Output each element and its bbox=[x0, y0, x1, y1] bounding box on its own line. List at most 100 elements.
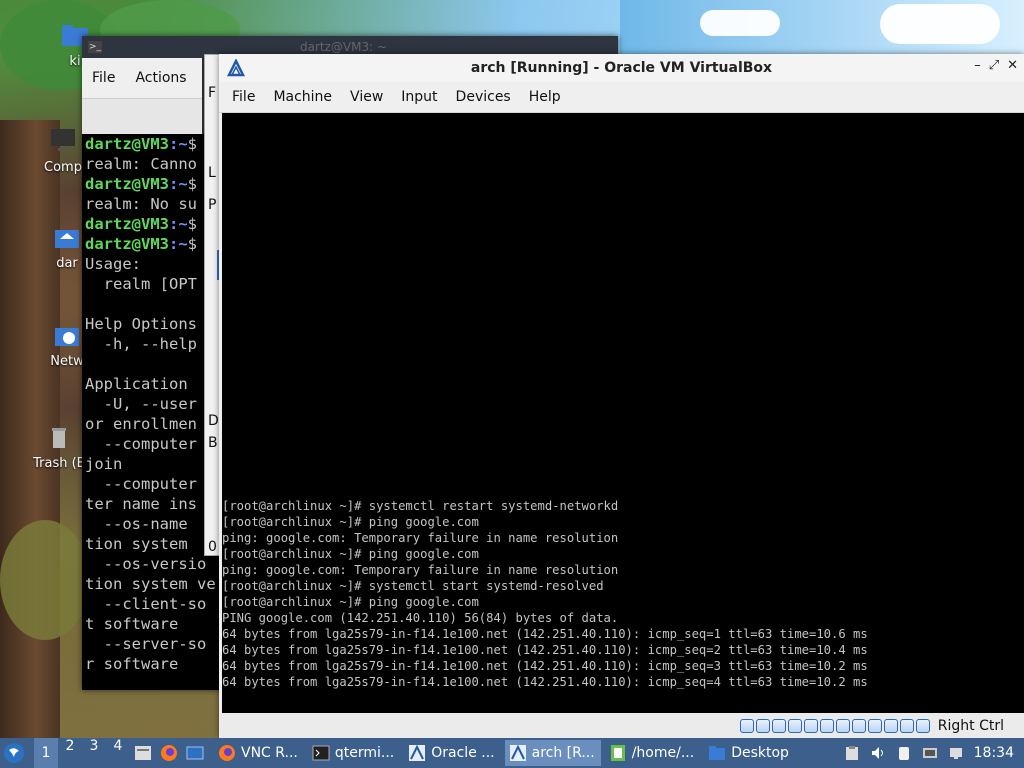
folder-icon bbox=[709, 746, 726, 760]
terminal-menu-file[interactable]: File bbox=[82, 70, 125, 86]
workspace-switcher: 1234 bbox=[34, 738, 130, 768]
network-tray-icon[interactable] bbox=[948, 745, 964, 761]
taskbar-task[interactable]: Desktop bbox=[704, 740, 795, 766]
host-key-label: Right Ctrl bbox=[937, 717, 1004, 734]
virtualbox-window[interactable]: arch [Running] - Oracle VM VirtualBox – … bbox=[219, 54, 1024, 738]
virtualbox-icon bbox=[409, 744, 426, 761]
hard-disk-icon[interactable] bbox=[739, 718, 754, 733]
computer-icon bbox=[51, 129, 75, 151]
start-menu-button[interactable] bbox=[0, 739, 28, 767]
vm-console-screen[interactable]: [root@archlinux ~]# systemctl restart sy… bbox=[222, 113, 1024, 713]
vm-console-line: 64 bytes from lga25s79-in-f14.1e100.net … bbox=[222, 675, 868, 689]
recording-icon[interactable] bbox=[867, 718, 882, 733]
taskbar-task[interactable]: arch [R... bbox=[504, 740, 601, 766]
file-manager-fragment: B bbox=[208, 435, 218, 451]
desktop-icon-label: ki bbox=[69, 54, 81, 69]
menu-file[interactable]: File bbox=[223, 89, 264, 105]
file-manager-fragment: P bbox=[208, 197, 217, 213]
workspace-1[interactable]: 1 bbox=[34, 738, 58, 768]
taskbar-task-label: Desktop bbox=[731, 745, 789, 761]
vm-console-output: [root@archlinux ~]# systemctl restart sy… bbox=[222, 498, 868, 690]
virtualbox-icon bbox=[227, 59, 245, 77]
vm-console-line: [root@archlinux ~]# systemctl start syst… bbox=[222, 579, 604, 593]
video-capture-icon[interactable] bbox=[851, 718, 866, 733]
network-icon bbox=[55, 328, 79, 346]
minimize-button[interactable]: – bbox=[974, 58, 981, 73]
home-folder-icon bbox=[55, 230, 79, 248]
taskbar-task[interactable]: /home/... bbox=[605, 740, 700, 766]
prompt-dir: :~ bbox=[169, 175, 188, 193]
taskbar: 1234 VNC R... qtermi... Oracle ... arch [R.… bbox=[0, 738, 1024, 768]
quicklaunch-file-manager[interactable] bbox=[131, 742, 155, 764]
taskbar-task[interactable]: VNC R... bbox=[214, 740, 304, 766]
volume-icon[interactable] bbox=[870, 745, 886, 761]
quicklaunch-show-desktop[interactable] bbox=[183, 742, 207, 764]
terminal-icon: >_ bbox=[88, 41, 102, 53]
workspace-3[interactable]: 3 bbox=[82, 738, 106, 768]
updates-icon[interactable] bbox=[922, 745, 938, 761]
prompt-sign: $ bbox=[187, 235, 198, 253]
file-manager-icon bbox=[135, 746, 151, 760]
close-button[interactable]: ✕ bbox=[1007, 58, 1018, 73]
terminal-title: dartz@VM3: ~ bbox=[300, 40, 388, 54]
terminal-tab-bar bbox=[82, 98, 202, 135]
mouse-integration-icon[interactable] bbox=[899, 718, 914, 733]
virtualbox-icon bbox=[509, 744, 526, 761]
taskbar-task[interactable]: qtermi... bbox=[308, 740, 400, 766]
show-desktop-icon bbox=[186, 746, 204, 760]
lxqt-logo-icon bbox=[4, 743, 24, 763]
file-manager-menu-fragment[interactable]: F bbox=[208, 85, 216, 101]
file-manager-fragment: L bbox=[208, 165, 216, 181]
terminal-menubar: File Actions bbox=[82, 58, 202, 98]
menu-machine[interactable]: Machine bbox=[264, 89, 341, 105]
maximize-button[interactable]: ⤢ bbox=[989, 58, 999, 73]
wallpaper-cloud bbox=[880, 4, 1000, 44]
terminal-icon bbox=[312, 745, 330, 761]
menu-view[interactable]: View bbox=[341, 89, 392, 105]
vm-console-line: 64 bytes from lga25s79-in-f14.1e100.net … bbox=[222, 659, 868, 673]
quicklaunch-firefox[interactable] bbox=[157, 742, 181, 764]
desktop-icon-label: Netw bbox=[50, 354, 84, 369]
prompt-user: dartz@VM3 bbox=[85, 215, 169, 233]
file-manager-fragment: 0 bbox=[208, 539, 217, 555]
desktop-icon-label: Trash (E bbox=[33, 456, 85, 471]
prompt-dir: :~ bbox=[169, 215, 188, 233]
file-manager-icon bbox=[610, 745, 625, 761]
shared-folders-icon[interactable] bbox=[819, 718, 834, 733]
vm-console-line: 64 bytes from lga25s79-in-f14.1e100.net … bbox=[222, 627, 868, 641]
menu-help[interactable]: Help bbox=[520, 89, 570, 105]
menu-input[interactable]: Input bbox=[392, 89, 446, 105]
desktop-icon-label: dar bbox=[56, 256, 78, 271]
audio-icon[interactable] bbox=[771, 718, 786, 733]
virtualbox-menubar: File Machine View Input Devices Help bbox=[219, 82, 1024, 113]
prompt-dir: :~ bbox=[169, 135, 188, 153]
terminal-menu-actions[interactable]: Actions bbox=[125, 70, 196, 86]
display-icon[interactable] bbox=[835, 718, 850, 733]
vm-console-line: [root@archlinux ~]# ping google.com bbox=[222, 515, 479, 529]
clipboard-icon[interactable] bbox=[844, 745, 860, 761]
prompt-user: dartz@VM3 bbox=[85, 175, 169, 193]
prompt-dir: :~ bbox=[169, 235, 188, 253]
vm-console-line: ping: google.com: Temporary failure in n… bbox=[222, 531, 619, 545]
taskbar-task-label: arch [R... bbox=[531, 745, 595, 761]
wallpaper-foliage bbox=[0, 520, 90, 640]
firefox-icon bbox=[161, 745, 177, 761]
clock[interactable]: 18:34 bbox=[974, 745, 1014, 761]
usb-icon[interactable] bbox=[803, 718, 818, 733]
notes-icon[interactable] bbox=[896, 745, 912, 761]
taskbar-task[interactable]: Oracle ... bbox=[404, 740, 500, 766]
menu-devices[interactable]: Devices bbox=[447, 89, 520, 105]
prompt-user: dartz@VM3 bbox=[85, 135, 169, 153]
cpu-icon[interactable] bbox=[883, 718, 898, 733]
vm-console-line: [root@archlinux ~]# systemctl restart sy… bbox=[222, 499, 619, 513]
workspace-2[interactable]: 2 bbox=[58, 738, 82, 768]
firefox-icon bbox=[219, 745, 235, 761]
vm-console-line: PING google.com (142.251.40.110) 56(84) … bbox=[222, 611, 619, 625]
taskbar-task-label: Oracle ... bbox=[431, 745, 495, 761]
keyboard-icon[interactable] bbox=[915, 718, 930, 733]
virtualbox-titlebar[interactable]: arch [Running] - Oracle VM VirtualBox – … bbox=[219, 54, 1024, 82]
optical-drive-icon[interactable] bbox=[755, 718, 770, 733]
workspace-4[interactable]: 4 bbox=[106, 738, 130, 768]
system-tray: 18:34 bbox=[844, 745, 1024, 761]
network-icon[interactable] bbox=[787, 718, 802, 733]
